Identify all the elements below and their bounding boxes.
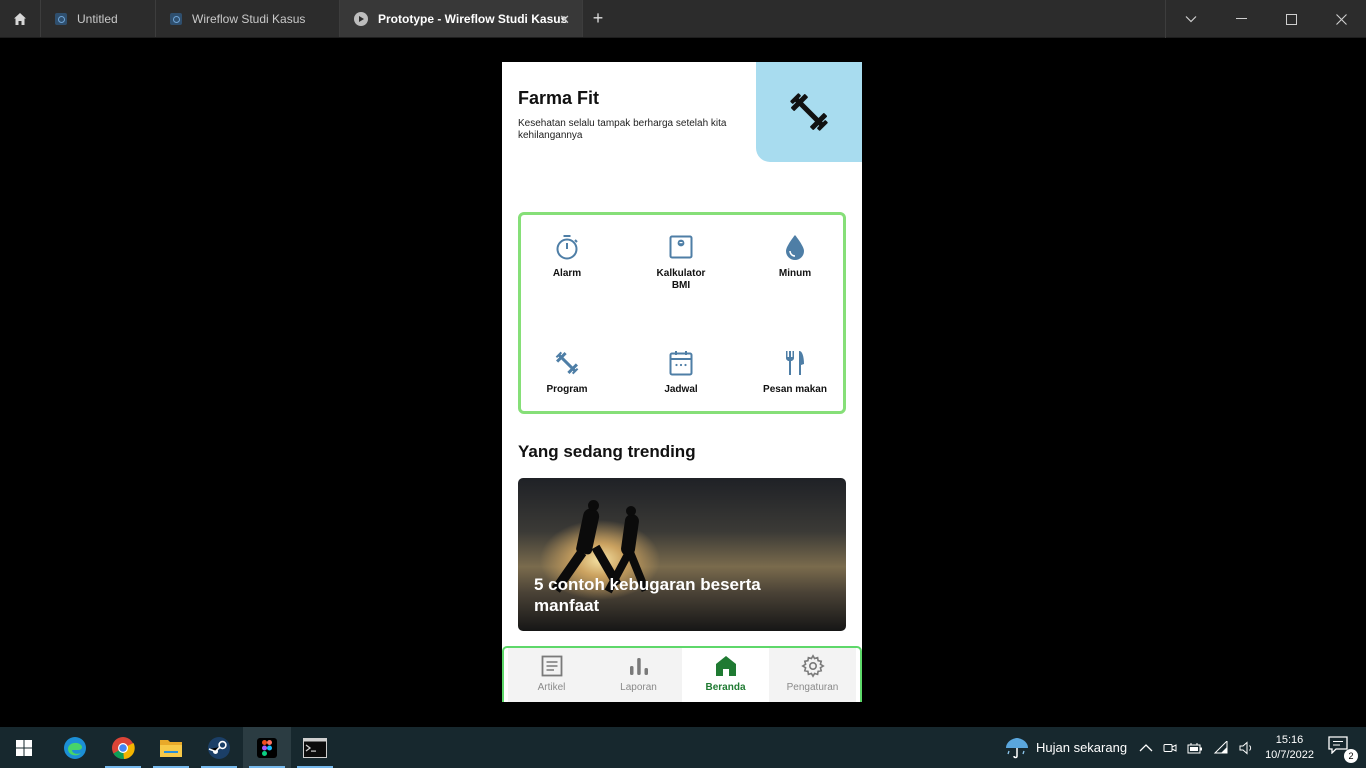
nav-label: Beranda <box>705 682 746 693</box>
new-tab-button[interactable]: + <box>583 0 613 37</box>
menu-label: Kalkulator BMI <box>656 268 706 291</box>
menu-item-bmi-calculator[interactable]: Kalkulator BMI <box>636 232 726 292</box>
system-tray: Hujan sekarang 15:16 10/7/2022 2 <box>1004 727 1366 768</box>
nav-label: Pengaturan <box>786 682 839 693</box>
trending-heading: Yang sedang trending <box>518 442 696 461</box>
clock-date: 10/7/2022 <box>1265 748 1314 761</box>
figma-file-icon <box>55 12 67 25</box>
folder-icon <box>160 739 182 757</box>
volume-icon[interactable] <box>1239 740 1255 755</box>
chrome-icon <box>112 736 135 759</box>
nav-pengaturan[interactable]: Pengaturan <box>769 648 856 702</box>
play-icon <box>354 11 368 26</box>
app-title: Farma Fit <box>518 88 600 108</box>
dumbbell-icon <box>555 351 579 375</box>
tab-untitled[interactable]: Untitled <box>41 0 156 37</box>
notification-center-button[interactable]: 2 <box>1328 736 1358 763</box>
umbrella-icon[interactable] <box>1004 736 1030 760</box>
tab-prototype[interactable]: Prototype - Wireflow Studi Kasus ✕ <box>340 0 583 37</box>
menu-label: Pesan makan <box>763 384 827 395</box>
close-tab-button[interactable]: ✕ <box>559 12 570 28</box>
taskbar-chrome[interactable] <box>99 727 147 768</box>
chevron-down-icon[interactable] <box>1166 0 1216 38</box>
stopwatch-icon <box>556 235 578 260</box>
close-window-button[interactable] <box>1316 0 1366 38</box>
minimize-button[interactable] <box>1216 0 1266 38</box>
gear-icon <box>800 654 825 678</box>
scale-icon <box>669 235 693 259</box>
weather-text[interactable]: Hujan sekarang <box>1036 740 1127 755</box>
bottom-navigation: Artikel Laporan Beranda Pengaturan <box>502 646 862 702</box>
window-controls <box>1165 0 1366 38</box>
taskbar-figma[interactable] <box>243 727 291 768</box>
menu-item-order-food[interactable]: Pesan makan <box>750 348 840 396</box>
menu-item-drink[interactable]: Minum <box>750 232 840 280</box>
dumbbell-icon <box>790 93 828 131</box>
steam-icon <box>208 736 230 759</box>
runner-silhouette <box>620 513 640 557</box>
home-icon <box>14 12 26 25</box>
wifi-icon[interactable] <box>1213 740 1229 755</box>
card-title: 5 contoh kebugaran beserta manfaat <box>534 575 761 615</box>
menu-label: Jadwal <box>664 384 698 395</box>
minimize-icon <box>1235 18 1247 19</box>
home-button[interactable] <box>0 0 41 37</box>
tab-label: Prototype - Wireflow Studi Kasus <box>378 11 568 26</box>
clock[interactable]: 15:16 10/7/2022 <box>1265 733 1314 763</box>
terminal-icon <box>303 737 327 758</box>
notification-badge: 2 <box>1344 749 1358 763</box>
taskbar-edge[interactable] <box>51 727 99 768</box>
water-drop-icon <box>786 235 804 260</box>
runner-silhouette <box>588 500 599 511</box>
start-button[interactable] <box>0 727 48 768</box>
figma-icon <box>257 737 277 758</box>
menu-label: Alarm <box>552 268 582 279</box>
nav-artikel[interactable]: Artikel <box>508 648 595 702</box>
title-bar: Untitled Wireflow Studi Kasus Prototype … <box>0 0 1366 38</box>
menu-item-schedule[interactable]: Jadwal <box>636 348 726 396</box>
menu-label: Program <box>546 384 588 395</box>
menu-item-program[interactable]: Program <box>522 348 612 396</box>
runner-silhouette <box>626 506 636 516</box>
maximize-button[interactable] <box>1266 0 1316 38</box>
nav-label: Laporan <box>620 682 657 693</box>
prototype-frame: Farma Fit Kesehatan selalu tampak berhar… <box>502 62 862 702</box>
clock-time: 15:16 <box>1275 733 1304 746</box>
nav-beranda[interactable]: Beranda <box>682 648 769 702</box>
trending-article-card[interactable]: 5 contoh kebugaran beserta manfaat <box>518 478 846 631</box>
tab-label: Wireflow Studi Kasus <box>192 11 306 26</box>
tab-wireflow[interactable]: Wireflow Studi Kasus <box>156 0 340 37</box>
chevron-up-icon[interactable] <box>1139 743 1153 753</box>
calendar-icon <box>669 351 693 376</box>
figma-file-icon <box>170 12 182 25</box>
battery-icon[interactable] <box>1187 742 1203 754</box>
taskbar-steam[interactable] <box>195 727 243 768</box>
close-icon <box>1335 13 1347 25</box>
nav-laporan[interactable]: Laporan <box>595 648 682 702</box>
bar-chart-icon <box>629 658 648 675</box>
feature-menu: Alarm Kalkulator BMI Minum Program Jadwa… <box>518 212 846 414</box>
app-subtitle: Kesehatan selalu tampak berharga setelah… <box>518 118 727 141</box>
edge-icon <box>64 736 86 759</box>
menu-item-alarm[interactable]: Alarm <box>522 232 612 280</box>
nav-label: Artikel <box>537 682 566 693</box>
meet-now-icon[interactable] <box>1163 741 1177 755</box>
hero-badge <box>756 62 862 162</box>
menu-label: Minum <box>778 268 812 279</box>
home-icon <box>715 656 736 676</box>
utensils-icon <box>786 351 804 375</box>
article-icon <box>541 655 562 677</box>
windows-logo-icon <box>16 739 32 756</box>
taskbar: Hujan sekarang 15:16 10/7/2022 2 <box>0 727 1366 768</box>
maximize-icon <box>1285 13 1297 25</box>
taskbar-file-explorer[interactable] <box>147 727 195 768</box>
tab-label: Untitled <box>77 11 118 26</box>
taskbar-terminal[interactable] <box>291 727 339 768</box>
